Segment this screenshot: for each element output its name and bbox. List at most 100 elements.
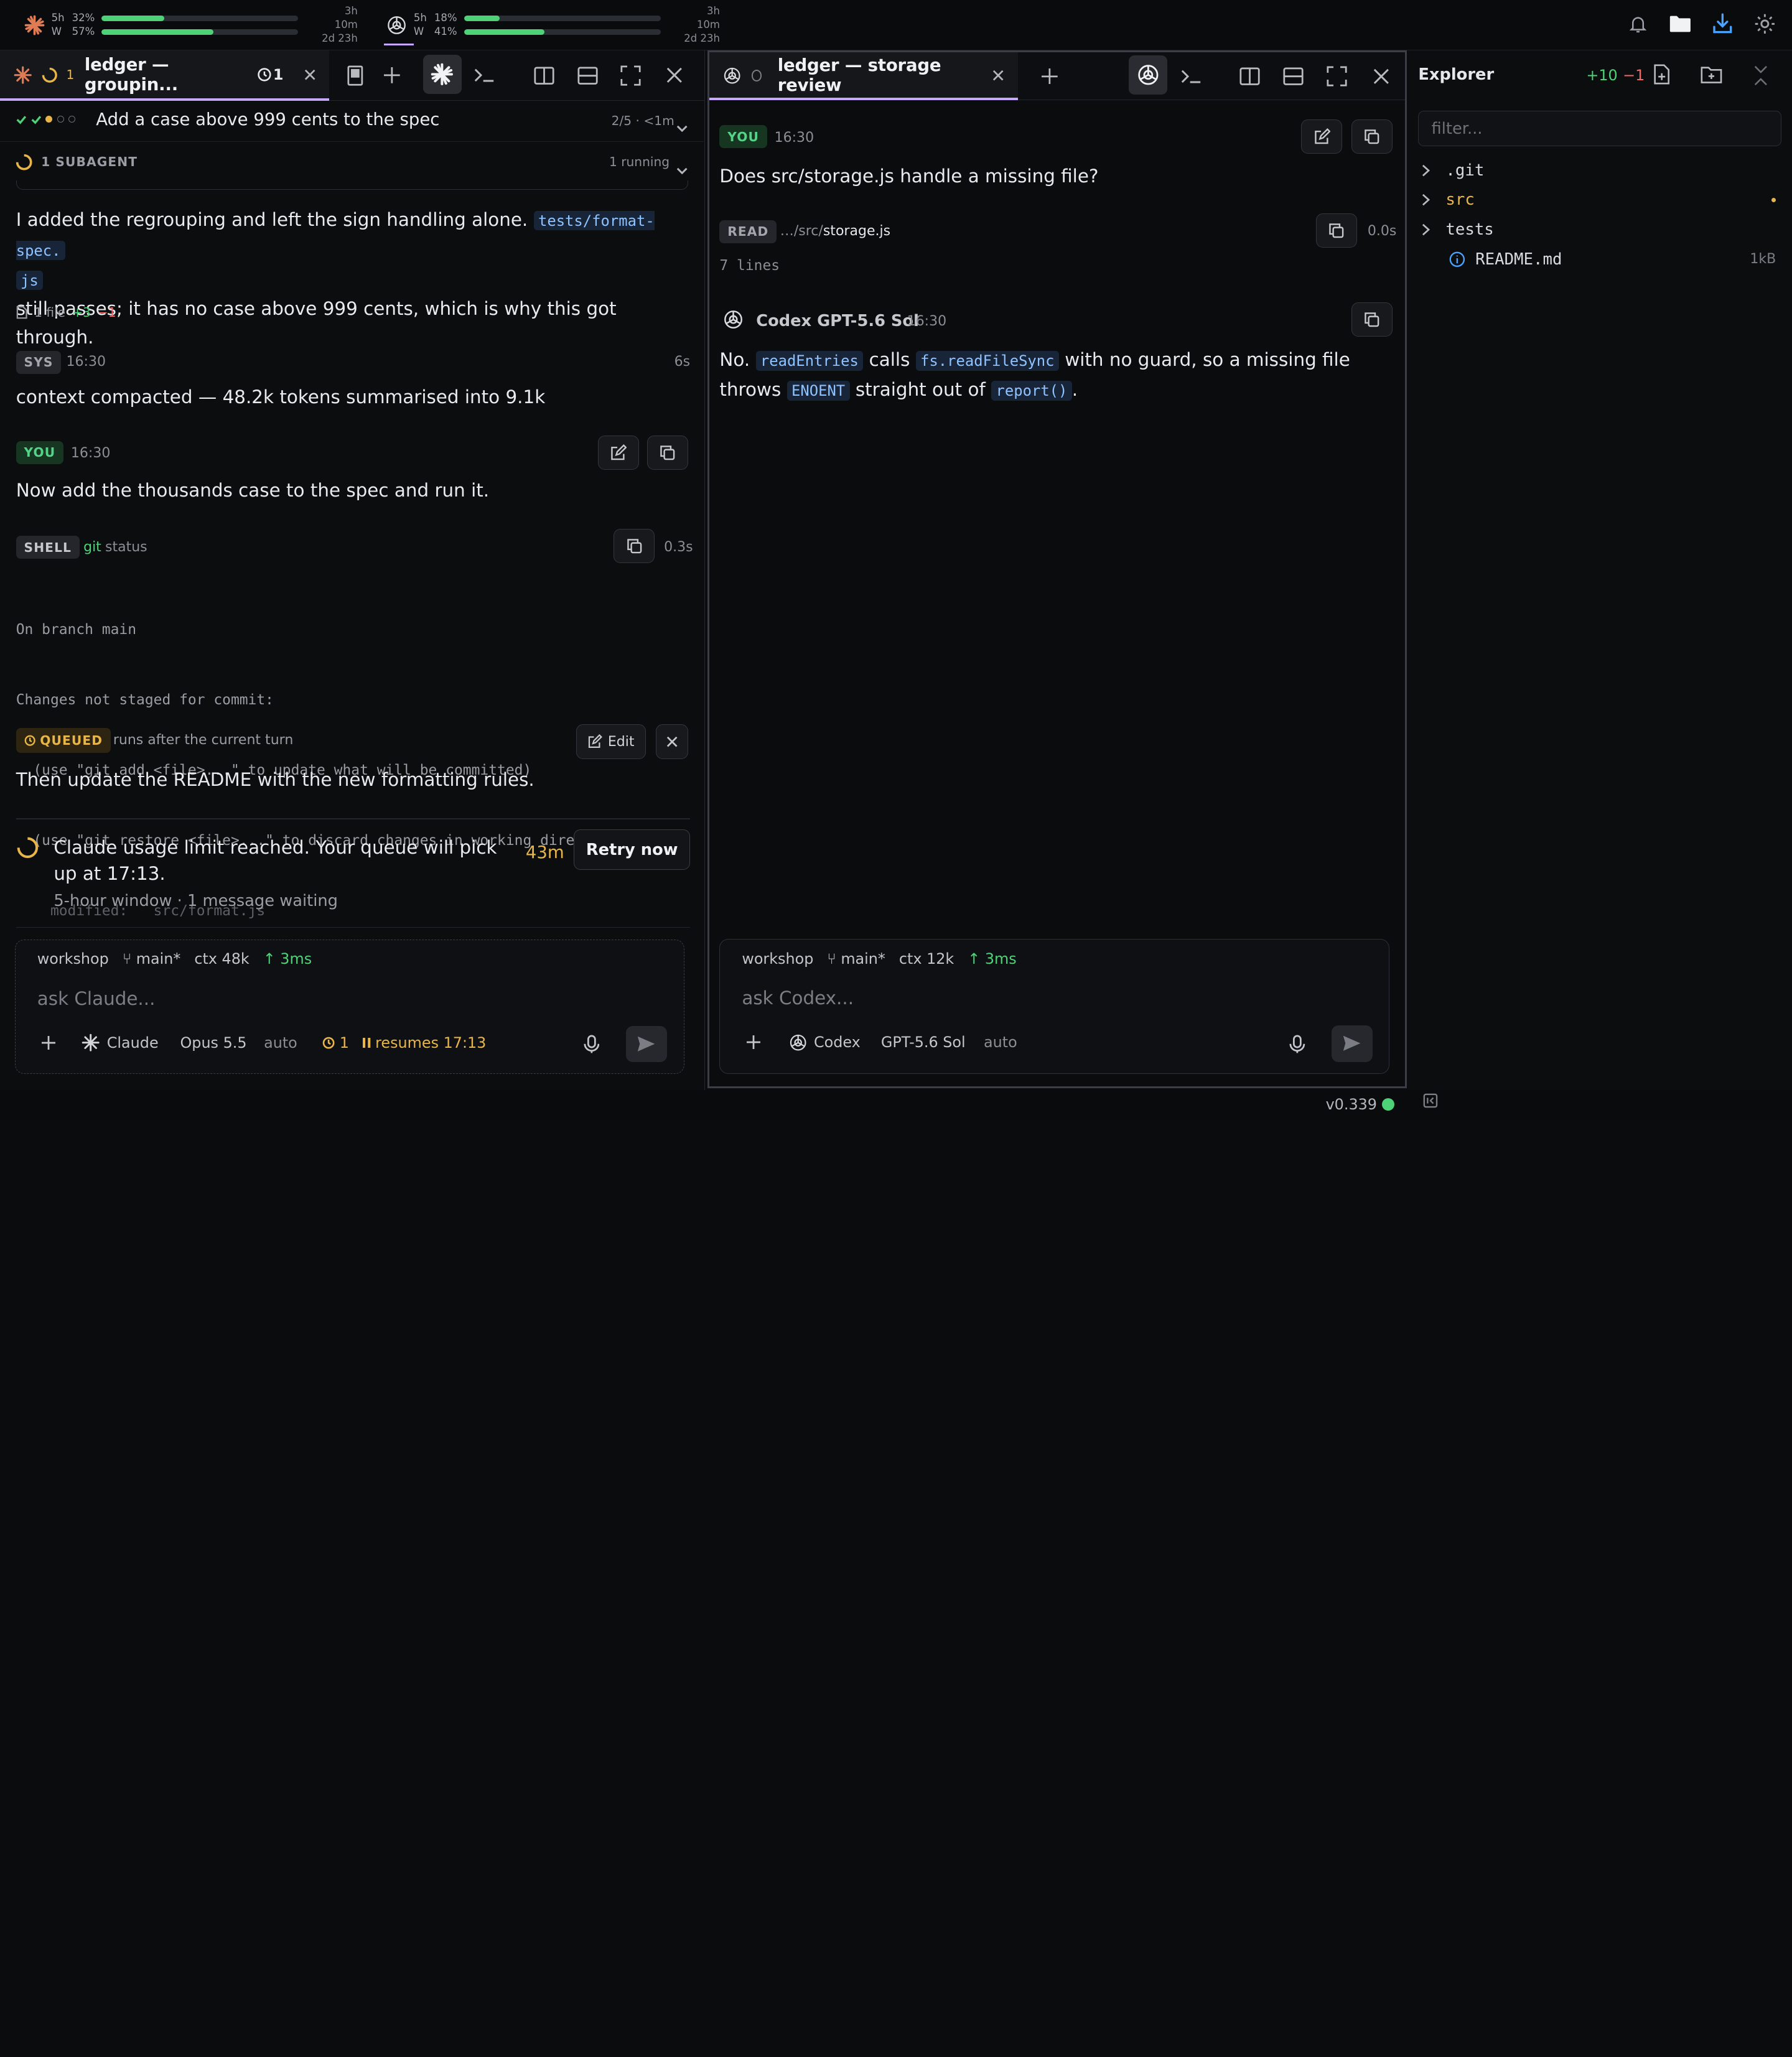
edit-queued-button[interactable]: Edit <box>576 724 646 759</box>
split-vertical-button[interactable] <box>528 60 560 91</box>
copy-message-button[interactable] <box>646 435 688 470</box>
shell-output-line: Changes not staged for commit: <box>16 691 274 708</box>
chevron-down-icon[interactable] <box>676 159 688 180</box>
branch-name: main* <box>136 950 181 968</box>
edit-message-button[interactable] <box>597 435 639 470</box>
copy-output-button[interactable] <box>614 529 655 564</box>
lines-added: +3 <box>72 305 91 320</box>
mode-selector[interactable]: auto <box>264 1034 297 1052</box>
remove-queued-button[interactable] <box>656 724 688 759</box>
copy-icon <box>1363 311 1381 329</box>
tree-folder-git[interactable]: .git <box>1422 157 1776 184</box>
agent-name: Codex <box>813 1033 861 1052</box>
close-icon <box>666 736 678 747</box>
limit-countdown: 43m <box>525 842 564 862</box>
reply-time: 16:30 <box>907 314 947 330</box>
send-button[interactable] <box>1332 1025 1373 1062</box>
left-tab-bar: 1 ledger — groupin... 1 <box>0 50 705 101</box>
claude-agent-button[interactable] <box>422 55 462 94</box>
claude-week-bar <box>101 29 299 35</box>
workspace-name: workshop <box>37 950 109 968</box>
read-badge: READ <box>719 220 777 243</box>
bell-icon[interactable] <box>1626 11 1650 36</box>
subagent-row[interactable]: 1 SUBAGENT 1 running <box>0 143 704 190</box>
filter-input[interactable]: filter... <box>1418 111 1782 147</box>
task-row[interactable]: Add a case above 999 cents to the spec 2… <box>0 101 704 142</box>
folder-icon[interactable] <box>1669 11 1692 36</box>
mode-selector[interactable]: auto <box>984 1033 1017 1051</box>
tree-folder-src[interactable]: src <box>1422 186 1776 213</box>
codex-usage-meter[interactable]: 5h W 18% 41% 3h 10m 2d 23h <box>385 5 720 44</box>
queue-indicator[interactable]: 1 <box>322 1034 349 1052</box>
maximize-pane-button[interactable] <box>1321 60 1353 92</box>
you-badge: YOU <box>719 125 767 149</box>
model-selector[interactable]: Opus 5.5 <box>180 1034 247 1052</box>
close-tab-icon[interactable] <box>992 70 1004 81</box>
agent-selector[interactable]: Claude <box>82 1033 159 1052</box>
split-horizontal-button[interactable] <box>1277 60 1309 92</box>
branch-name: main* <box>841 949 885 968</box>
divider <box>16 818 691 819</box>
task-steps-indicator <box>16 114 76 125</box>
context-size: ctx 48k <box>194 950 250 968</box>
history-count: 1 <box>273 66 284 84</box>
user-text: Does src/storage.js handle a missing fil… <box>719 165 1099 187</box>
new-folder-icon[interactable] <box>1701 65 1722 88</box>
codex-agent-button[interactable] <box>1128 55 1168 95</box>
tree-file-readme[interactable]: README.md 1kB <box>1449 246 1776 273</box>
split-vertical-button[interactable] <box>1234 60 1266 92</box>
gear-icon[interactable] <box>1753 11 1776 36</box>
claude-session-pane: 1 ledger — groupin... 1 Add a case above… <box>0 50 706 1091</box>
claude-composer[interactable]: workshop ⑂ main* ctx 48k ↑ 3ms ask Claud… <box>14 939 685 1075</box>
close-pane-button[interactable] <box>658 60 690 91</box>
branch-icon: ⑂ <box>122 950 132 968</box>
sys-badge: SYS <box>16 350 62 374</box>
claude-week-reset: 2d 23h <box>322 32 358 45</box>
terminal-button[interactable] <box>1175 60 1207 92</box>
message-input[interactable]: ask Codex... <box>742 987 854 1009</box>
close-tab-icon[interactable] <box>304 69 315 80</box>
microphone-icon[interactable] <box>584 1035 600 1058</box>
read-path[interactable]: …/src/storage.js <box>780 223 890 239</box>
collapse-panel-icon[interactable] <box>1753 65 1769 90</box>
microphone-icon[interactable] <box>1289 1034 1305 1058</box>
panel-toggle-icon[interactable] <box>1423 1091 1438 1112</box>
copy-reply-button[interactable] <box>1351 302 1393 337</box>
send-button[interactable] <box>625 1025 667 1063</box>
inline-code: fs.readFileSync <box>915 351 1059 371</box>
agent-selector[interactable]: Codex <box>789 1033 861 1052</box>
tab-ledger-storage-review[interactable]: ledger — storage review <box>709 52 1018 100</box>
tab-ledger-grouping[interactable]: 1 ledger — groupin... 1 <box>0 50 329 101</box>
version-label: v0.339 <box>1325 1096 1377 1114</box>
chevron-down-icon[interactable] <box>676 116 688 138</box>
maximize-pane-button[interactable] <box>615 60 646 91</box>
download-icon[interactable] <box>1711 11 1734 36</box>
close-pane-button[interactable] <box>1365 60 1397 92</box>
codex-composer[interactable]: workshop ⑂ main* ctx 12k ↑ 3ms ask Codex… <box>719 939 1389 1074</box>
new-file-icon[interactable] <box>1653 64 1671 89</box>
message-input[interactable]: ask Claude... <box>37 988 156 1009</box>
split-horizontal-button[interactable] <box>571 60 603 91</box>
copy-message-button[interactable] <box>1351 119 1393 154</box>
mid-tab-bar: ledger — storage review <box>709 52 1405 100</box>
claude-usage-meter[interactable]: 5h W 32% 57% 3h 10m 2d 23h <box>23 5 358 44</box>
edit-message-button[interactable] <box>1301 119 1343 154</box>
attach-button[interactable] <box>32 1036 66 1050</box>
retry-now-button[interactable]: Retry now <box>574 829 691 870</box>
notes-button[interactable] <box>339 60 371 91</box>
tree-folder-tests[interactable]: tests <box>1422 216 1776 243</box>
files-count: 1 file <box>34 305 66 320</box>
limit-title: Claude usage limit reached. Your queue w… <box>54 836 497 885</box>
claude-burst-icon <box>82 1033 100 1052</box>
claude-week-label: W <box>51 26 62 38</box>
new-tab-button[interactable] <box>376 60 408 91</box>
copy-read-button[interactable] <box>1316 213 1358 248</box>
model-selector[interactable]: GPT-5.6 Sol <box>881 1033 966 1051</box>
read-elapsed: 0.0s <box>1367 223 1397 240</box>
new-tab-button[interactable] <box>1034 60 1066 92</box>
attach-button[interactable] <box>736 1035 770 1050</box>
shell-command: git <box>83 539 101 555</box>
file-change-summary[interactable]: 1 file +3 −1 <box>16 305 116 320</box>
terminal-button[interactable] <box>469 60 500 91</box>
retry-label: Retry now <box>586 840 678 859</box>
